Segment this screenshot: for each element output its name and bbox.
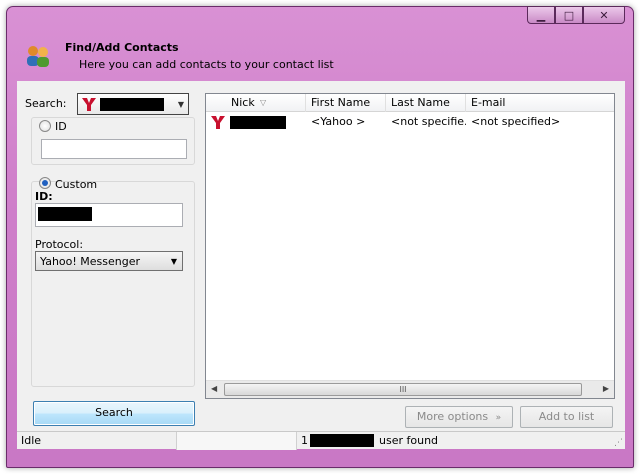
last-name-cell: <not specifie...: [391, 115, 466, 128]
minimize-icon: ▁: [536, 8, 546, 22]
double-chevron-down-icon: »: [495, 413, 502, 423]
dialog-title: Find/Add Contacts: [65, 41, 179, 54]
resize-grip-icon[interactable]: ⋰: [614, 438, 623, 448]
id-input[interactable]: [41, 139, 187, 159]
search-label: Search:: [25, 97, 67, 110]
close-icon: ✕: [599, 8, 609, 22]
more-options-button[interactable]: More options »: [405, 406, 513, 428]
first-name-cell: <Yahoo >: [311, 115, 366, 128]
status-state: Idle: [17, 432, 177, 450]
protocol-label: Protocol:: [35, 238, 84, 251]
dialog-subtitle: Here you can add contacts to your contac…: [79, 58, 334, 71]
find-add-contacts-window: ▁ □ ✕ Find/Add Contacts Here you can add…: [6, 6, 634, 468]
scroll-right-icon[interactable]: ▶: [603, 384, 609, 393]
column-header-last-name[interactable]: Last Name: [386, 94, 466, 112]
search-panel: Search: ▼ ID Custom ID: Protocol: Yahoo!: [17, 81, 207, 431]
maximize-button[interactable]: □: [555, 6, 583, 24]
search-protocol-combo[interactable]: ▼: [77, 93, 189, 115]
results-header: Nick ▽ First Name Last Name E-mail: [206, 94, 614, 112]
chevron-down-icon: ▼: [177, 100, 184, 109]
maximize-icon: □: [563, 8, 575, 22]
contacts-icon: [27, 46, 49, 67]
id-radio-label: ID: [55, 120, 67, 133]
dialog-header: Find/Add Contacts Here you can add conta…: [17, 35, 625, 81]
results-list[interactable]: Nick ▽ First Name Last Name E-mail <Yaho…: [205, 93, 615, 399]
search-selected-value: [100, 98, 164, 111]
scroll-left-icon[interactable]: ◀: [211, 384, 217, 393]
status-user-name: [310, 434, 374, 447]
window-controls: ▁ □ ✕: [527, 6, 625, 24]
yahoo-icon: [82, 98, 96, 111]
chevron-down-icon: ▼: [170, 257, 177, 266]
protocol-select-value: Yahoo! Messenger: [40, 255, 141, 268]
horizontal-scrollbar[interactable]: ◀ III ▶: [206, 380, 614, 398]
yahoo-icon: [211, 116, 225, 129]
custom-id-value: [38, 207, 92, 221]
sort-arrow-icon: ▽: [260, 98, 267, 107]
nick-cell: [230, 116, 286, 129]
scrollbar-thumb[interactable]: III: [224, 383, 582, 396]
custom-radio-label: Custom: [55, 178, 98, 191]
close-button[interactable]: ✕: [583, 6, 625, 24]
protocol-select[interactable]: Yahoo! Messenger ▼: [35, 251, 183, 271]
add-to-list-button[interactable]: Add to list: [520, 406, 613, 428]
status-found-text: user found: [379, 434, 439, 447]
email-cell: <not specified>: [471, 115, 561, 128]
dialog-body: Search: ▼ ID Custom ID: Protocol: Yahoo!: [17, 81, 625, 431]
more-options-label: More options: [416, 410, 489, 423]
column-header-first-name[interactable]: First Name: [306, 94, 386, 112]
custom-id-label: ID:: [35, 190, 53, 203]
column-header-email[interactable]: E-mail: [466, 94, 614, 112]
minimize-button[interactable]: ▁: [527, 6, 555, 24]
table-row[interactable]: <Yahoo > <not specifie... <not specified…: [206, 113, 614, 131]
custom-radio[interactable]: [39, 177, 51, 189]
status-spacer: [177, 432, 297, 450]
id-radio[interactable]: [39, 120, 51, 132]
search-button[interactable]: Search: [33, 401, 195, 426]
custom-id-input[interactable]: [35, 203, 183, 227]
column-header-label: Nick: [231, 96, 255, 109]
status-bar: Idle 1 user found ⋰: [17, 431, 625, 450]
column-header-nick[interactable]: Nick ▽: [226, 94, 306, 112]
